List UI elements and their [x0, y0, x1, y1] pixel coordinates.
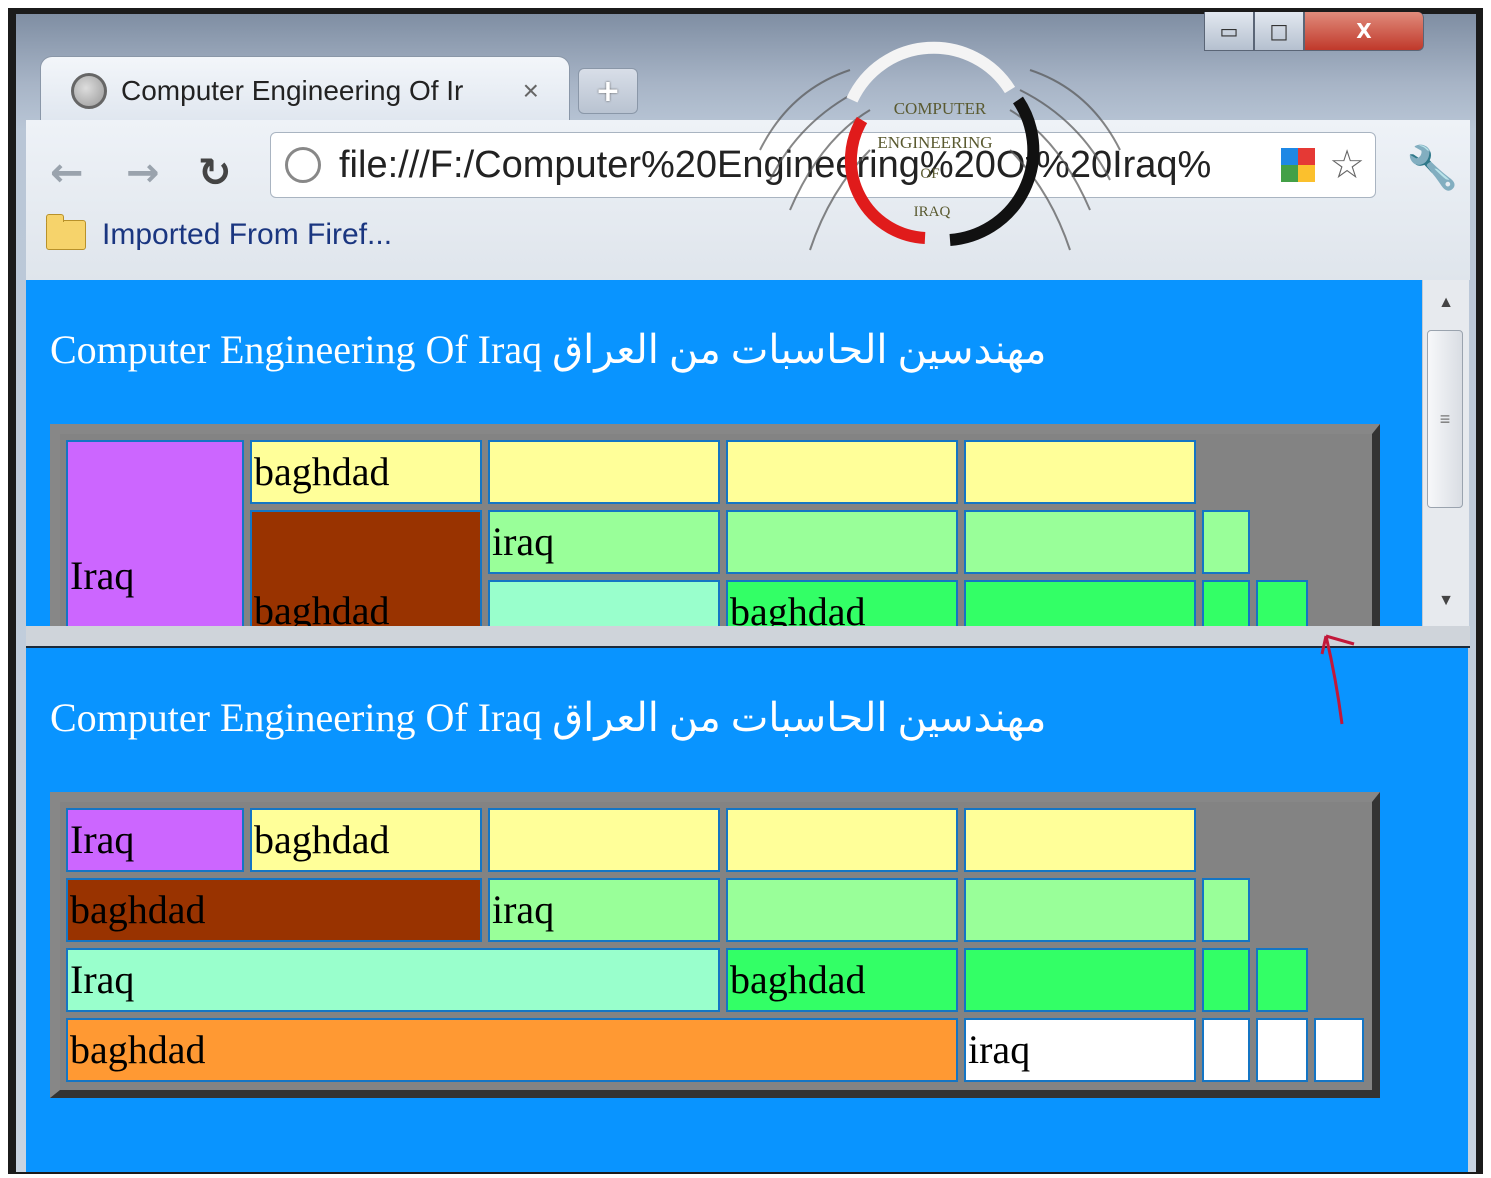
table-cell: Iraq: [66, 948, 720, 1012]
colored-table-top: Iraq baghdad baghdad iraq baghdad: [50, 424, 1380, 626]
table-cell: [1202, 580, 1250, 626]
table-cell: [1202, 948, 1250, 1012]
star-icon[interactable]: ☆: [1329, 142, 1365, 188]
table-cell: [1202, 510, 1250, 574]
address-text: file:///F:/Computer%20Engineering%20Of%2…: [339, 143, 1212, 186]
bookmark-label: Imported From Firef...: [102, 218, 393, 251]
table-cell: [964, 948, 1196, 1012]
maximize-button[interactable]: □: [1254, 12, 1304, 51]
table-cell: [726, 808, 958, 872]
scroll-down-icon[interactable]: ▼: [1423, 592, 1469, 610]
table-cell: baghdad: [66, 1018, 958, 1082]
table-cell: [964, 510, 1196, 574]
new-tab-button[interactable]: +: [578, 68, 638, 114]
table-cell: [1256, 580, 1308, 626]
address-bar[interactable]: file:///F:/Computer%20Engineering%20Of%2…: [270, 132, 1376, 198]
table-cell: [726, 878, 958, 942]
wrench-icon[interactable]: 🔧: [1406, 144, 1458, 193]
colored-table-bottom: Iraq baghdad baghdad iraq Iraq baghdad b…: [50, 792, 1380, 1098]
minimize-button[interactable]: ▭: [1204, 12, 1254, 51]
table-cell: [488, 440, 720, 504]
table-cell: iraq: [964, 1018, 1196, 1082]
window-controls: ▭ □ X: [1204, 12, 1424, 52]
extension-icon[interactable]: [1281, 148, 1316, 182]
table-cell: baghdad: [250, 808, 482, 872]
table-cell: iraq: [488, 878, 720, 942]
table-cell: [726, 510, 958, 574]
table-cell: Iraq: [66, 808, 244, 872]
page-title: Computer Engineering Of Iraq مهندسين الح…: [50, 327, 1047, 372]
table-cell: [1314, 1018, 1364, 1082]
table-cell: baghdad: [726, 948, 958, 1012]
page-pane-bottom: Computer Engineering Of Iraq مهندسين الح…: [26, 648, 1468, 1172]
page-pane-top: Computer Engineering Of Iraq مهندسين الح…: [26, 280, 1422, 626]
table-cell: Iraq: [66, 440, 244, 626]
table-cell: [964, 808, 1196, 872]
scrollbar-thumb[interactable]: ≡: [1427, 330, 1463, 508]
table-cell: [964, 440, 1196, 504]
browser-toolbar: ← → ↻ file:///F:/Computer%20Engineering%…: [26, 120, 1470, 280]
table-cell: [964, 878, 1196, 942]
table-cell: [964, 580, 1196, 626]
forward-arrow-icon[interactable]: →: [126, 150, 160, 196]
table-cell: [1202, 1018, 1250, 1082]
table-cell: iraq: [488, 510, 720, 574]
close-window-button[interactable]: X: [1304, 12, 1424, 51]
close-tab-icon[interactable]: ×: [523, 75, 539, 107]
pane-splitter[interactable]: [26, 626, 1470, 648]
table-cell: [1256, 1018, 1308, 1082]
tab-title: Computer Engineering Of Ir: [121, 74, 464, 106]
table-cell: baghdad: [66, 878, 482, 942]
table-cell: [726, 440, 958, 504]
globe-icon: [285, 147, 321, 183]
back-arrow-icon[interactable]: ←: [50, 150, 84, 196]
table-cell: baghdad: [250, 510, 482, 626]
browser-tab[interactable]: Computer Engineering Of Ir ×: [40, 56, 570, 124]
table-cell: [1256, 948, 1308, 1012]
annotation-arrow-icon: [1320, 634, 1355, 725]
table-cell: [488, 808, 720, 872]
reload-icon[interactable]: ↻: [198, 150, 232, 196]
folder-icon: [46, 214, 86, 250]
vertical-scrollbar[interactable]: ▲ ≡ ▼: [1422, 280, 1469, 626]
table-cell: baghdad: [250, 440, 482, 504]
page-title: Computer Engineering Of Iraq مهندسين الح…: [50, 695, 1047, 740]
bookmark-item[interactable]: Imported From Firef...: [46, 214, 393, 252]
table-cell: baghdad: [726, 580, 958, 626]
table-cell: [1202, 878, 1250, 942]
scroll-up-icon[interactable]: ▲: [1423, 294, 1469, 312]
table-cell: [488, 580, 720, 626]
globe-icon: [71, 72, 107, 109]
